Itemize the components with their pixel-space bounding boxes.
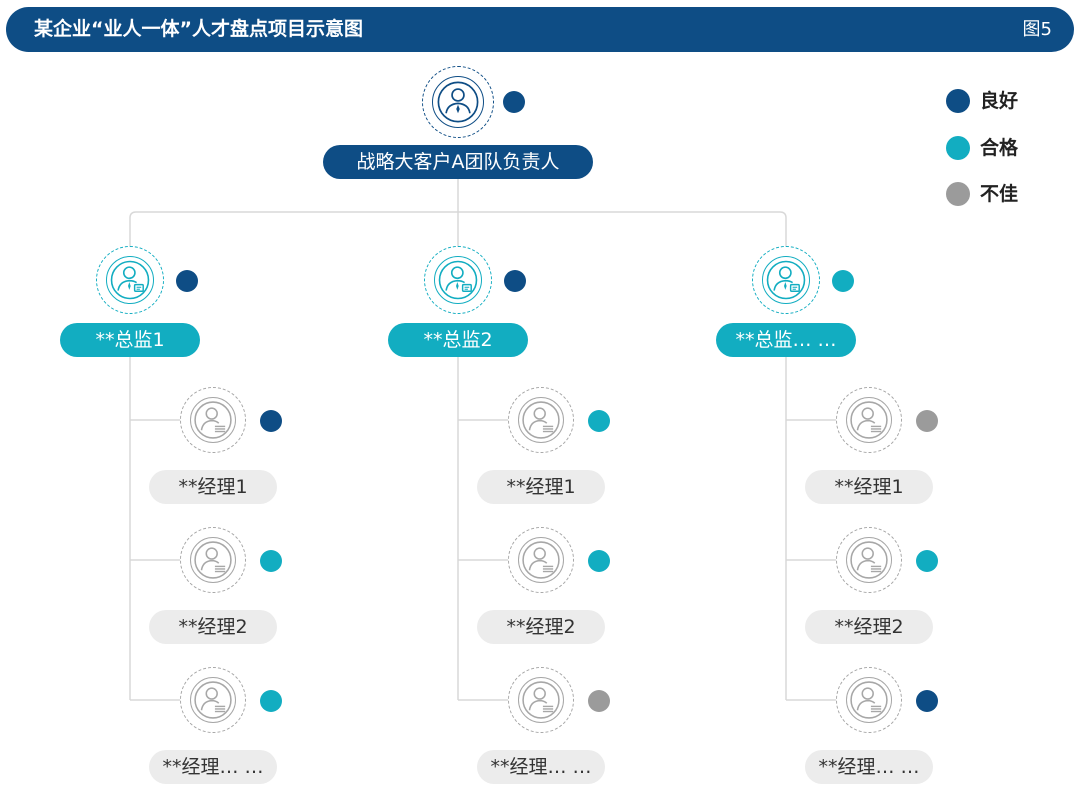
director-label: **总监… …	[716, 323, 856, 357]
manager-rating-dot	[588, 410, 610, 432]
director-label: **总监2	[388, 323, 528, 357]
manager-label: **经理… …	[805, 750, 933, 784]
manager-avatar-icon	[508, 667, 574, 733]
manager-label: **经理… …	[149, 750, 277, 784]
manager-avatar-icon	[836, 527, 902, 593]
manager-avatar-icon	[508, 527, 574, 593]
director-rating-dot	[176, 270, 198, 292]
legend-dot	[946, 182, 970, 206]
manager-label: **经理2	[805, 610, 933, 644]
manager-avatar-icon	[180, 667, 246, 733]
director-label: **总监1	[60, 323, 200, 357]
manager-rating-dot	[916, 550, 938, 572]
root-label: 战略大客户A团队负责人	[323, 145, 593, 179]
manager-label: **经理1	[477, 470, 605, 504]
director-rating-dot	[832, 270, 854, 292]
manager-avatar-icon	[180, 527, 246, 593]
manager-label: **经理1	[805, 470, 933, 504]
manager-rating-dot	[916, 690, 938, 712]
manager-label: **经理1	[149, 470, 277, 504]
manager-avatar-icon	[180, 387, 246, 453]
manager-rating-dot	[916, 410, 938, 432]
legend-label: 不佳	[980, 183, 1019, 205]
legend-dot	[946, 136, 970, 160]
manager-label: **经理2	[149, 610, 277, 644]
root-rating-dot	[503, 91, 525, 113]
director-avatar-icon	[96, 246, 164, 314]
root-avatar-icon	[422, 66, 494, 138]
director-avatar-icon	[752, 246, 820, 314]
legend-label: 合格	[980, 137, 1019, 159]
legend-dot	[946, 89, 970, 113]
manager-avatar-icon	[836, 667, 902, 733]
manager-rating-dot	[588, 550, 610, 572]
manager-rating-dot	[260, 550, 282, 572]
manager-rating-dot	[260, 410, 282, 432]
manager-rating-dot	[588, 690, 610, 712]
manager-label: **经理2	[477, 610, 605, 644]
manager-label: **经理… …	[477, 750, 605, 784]
manager-avatar-icon	[836, 387, 902, 453]
manager-avatar-icon	[508, 387, 574, 453]
director-avatar-icon	[424, 246, 492, 314]
legend-label: 良好	[980, 90, 1019, 112]
director-rating-dot	[504, 270, 526, 292]
manager-rating-dot	[260, 690, 282, 712]
